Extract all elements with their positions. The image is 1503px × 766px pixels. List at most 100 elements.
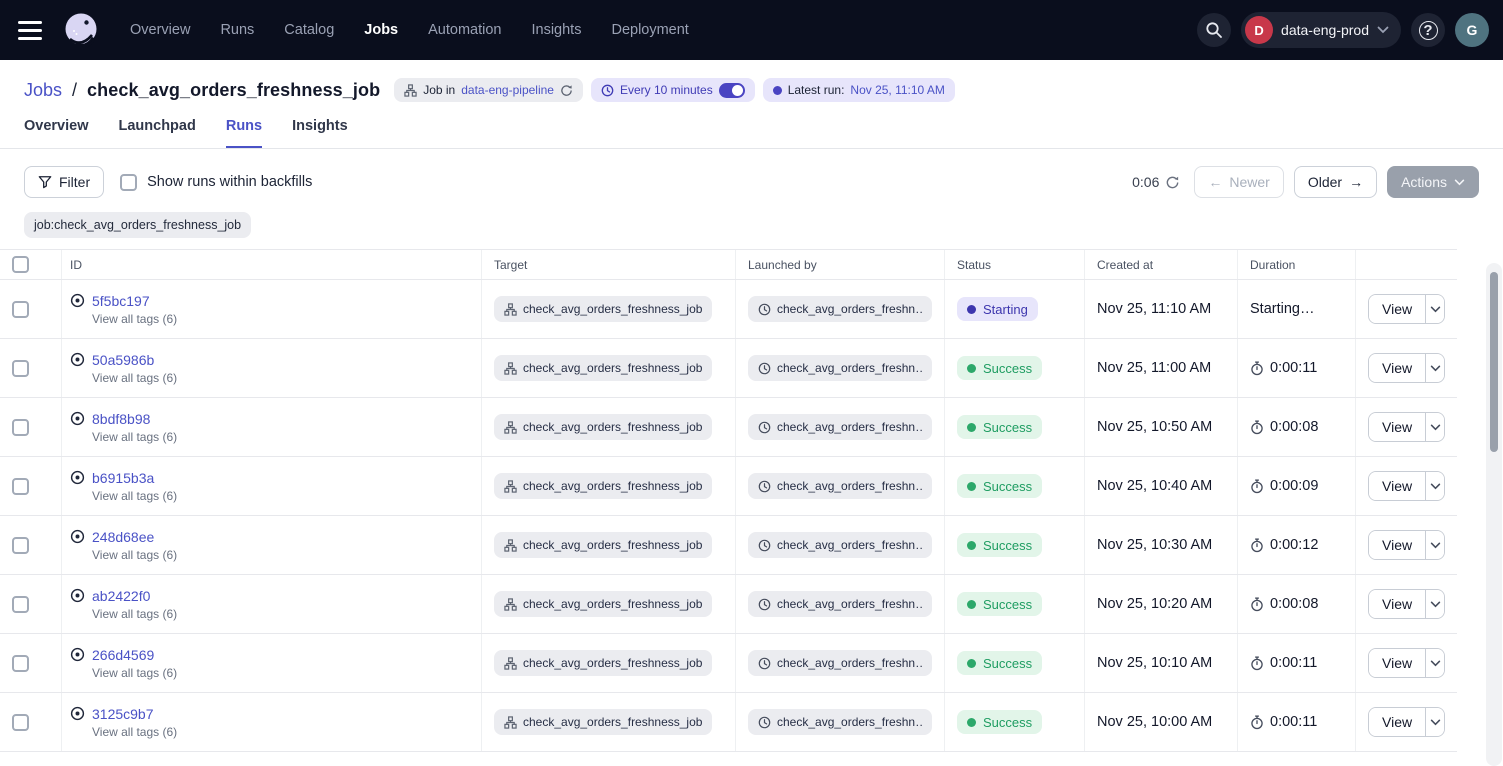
view-all-tags-link[interactable]: View all tags (6)	[92, 371, 177, 385]
col-header-status: Status	[945, 250, 1085, 279]
view-run-button[interactable]: View	[1369, 354, 1425, 382]
newer-button[interactable]: ← Newer	[1194, 166, 1283, 198]
view-all-tags-link[interactable]: View all tags (6)	[92, 607, 177, 621]
view-run-button[interactable]: View	[1369, 708, 1425, 736]
nav-item-catalog[interactable]: Catalog	[284, 22, 334, 38]
row-menu-button[interactable]	[1425, 708, 1444, 736]
target-pill[interactable]: check_avg_orders_freshness_job	[494, 414, 712, 440]
breadcrumb-jobs-link[interactable]: Jobs	[24, 80, 62, 101]
row-checkbox[interactable]	[12, 537, 29, 554]
run-id-link[interactable]: b6915b3a	[92, 470, 154, 486]
schedule-toggle[interactable]	[719, 83, 745, 98]
page-title: check_avg_orders_freshness_job	[87, 80, 380, 101]
vertical-scrollbar-thumb[interactable]	[1490, 272, 1498, 452]
row-checkbox[interactable]	[12, 714, 29, 731]
target-pill[interactable]: check_avg_orders_freshness_job	[494, 532, 712, 558]
view-all-tags-link[interactable]: View all tags (6)	[92, 430, 177, 444]
tab-launchpad[interactable]: Launchpad	[119, 118, 196, 148]
target-pill[interactable]: check_avg_orders_freshness_job	[494, 473, 712, 499]
refresh-icon[interactable]	[1165, 175, 1180, 190]
nav-item-jobs[interactable]: Jobs	[364, 22, 398, 38]
row-menu-button[interactable]	[1425, 649, 1444, 677]
row-menu-button[interactable]	[1425, 295, 1444, 323]
tab-runs[interactable]: Runs	[226, 118, 262, 148]
launched-by-pill[interactable]: check_avg_orders_freshn…	[748, 296, 932, 322]
nav-item-deployment[interactable]: Deployment	[611, 22, 688, 38]
view-run-button[interactable]: View	[1369, 590, 1425, 618]
launched-by-pill[interactable]: check_avg_orders_freshn…	[748, 532, 932, 558]
row-checkbox[interactable]	[12, 596, 29, 613]
user-avatar[interactable]: G	[1455, 13, 1489, 47]
run-target-icon	[70, 588, 85, 603]
run-id-link[interactable]: ab2422f0	[92, 588, 150, 604]
older-button[interactable]: Older →	[1294, 166, 1377, 198]
view-run-button[interactable]: View	[1369, 649, 1425, 677]
status-badge: Success	[957, 592, 1042, 616]
launched-by-pill[interactable]: check_avg_orders_freshn…	[748, 591, 932, 617]
launched-by-pill[interactable]: check_avg_orders_freshn…	[748, 473, 932, 499]
filter-button[interactable]: Filter	[24, 166, 104, 198]
launched-by-pill[interactable]: check_avg_orders_freshn…	[748, 414, 932, 440]
target-pill[interactable]: check_avg_orders_freshness_job	[494, 709, 712, 735]
row-menu-button[interactable]	[1425, 413, 1444, 441]
row-checkbox[interactable]	[12, 301, 29, 318]
view-run-button[interactable]: View	[1369, 413, 1425, 441]
row-checkbox[interactable]	[12, 655, 29, 672]
stopwatch-icon	[1250, 361, 1264, 376]
tab-insights[interactable]: Insights	[292, 118, 348, 148]
dagster-logo-icon[interactable]	[60, 9, 102, 51]
job-tabs: Overview Launchpad Runs Insights	[0, 102, 1503, 149]
latest-run-time-link[interactable]: Nov 25, 11:10 AM	[850, 83, 945, 97]
view-all-tags-link[interactable]: View all tags (6)	[92, 725, 177, 739]
launched-by-pill[interactable]: check_avg_orders_freshn…	[748, 709, 932, 735]
row-checkbox[interactable]	[12, 478, 29, 495]
help-button[interactable]: ?	[1411, 13, 1445, 47]
target-pill[interactable]: check_avg_orders_freshness_job	[494, 296, 712, 322]
backfills-checkbox-row[interactable]: Show runs within backfills	[120, 174, 312, 191]
created-at-value: Nov 25, 10:30 AM	[1097, 537, 1212, 553]
run-id-link[interactable]: 248d68ee	[92, 529, 154, 545]
view-run-button[interactable]: View	[1369, 295, 1425, 323]
view-run-button[interactable]: View	[1369, 472, 1425, 500]
run-id-link[interactable]: 266d4569	[92, 647, 154, 663]
view-all-tags-link[interactable]: View all tags (6)	[92, 489, 177, 503]
nav-item-overview[interactable]: Overview	[130, 22, 190, 38]
search-button[interactable]	[1197, 13, 1231, 47]
run-target-icon	[70, 647, 85, 662]
row-menu-button[interactable]	[1425, 472, 1444, 500]
view-all-tags-link[interactable]: View all tags (6)	[92, 548, 177, 562]
run-id-link[interactable]: 5f5bc197	[92, 293, 150, 309]
row-menu-button[interactable]	[1425, 354, 1444, 382]
nav-item-runs[interactable]: Runs	[220, 22, 254, 38]
row-menu-button[interactable]	[1425, 590, 1444, 618]
launched-by-pill[interactable]: check_avg_orders_freshn…	[748, 650, 932, 676]
run-id-link[interactable]: 50a5986b	[92, 352, 154, 368]
target-pill[interactable]: check_avg_orders_freshness_job	[494, 355, 712, 381]
stopwatch-icon	[1250, 597, 1264, 612]
row-menu-button[interactable]	[1425, 531, 1444, 559]
vertical-scrollbar-track[interactable]	[1486, 263, 1502, 766]
view-all-tags-link[interactable]: View all tags (6)	[92, 666, 177, 680]
chevron-down-icon	[1430, 719, 1441, 726]
hamburger-menu-icon[interactable]	[18, 16, 46, 44]
nav-item-automation[interactable]: Automation	[428, 22, 501, 38]
nav-item-insights[interactable]: Insights	[531, 22, 581, 38]
tab-overview[interactable]: Overview	[24, 118, 89, 148]
view-all-tags-link[interactable]: View all tags (6)	[92, 312, 177, 326]
launched-by-pill[interactable]: check_avg_orders_freshn…	[748, 355, 932, 381]
pipeline-link[interactable]: data-eng-pipeline	[461, 83, 554, 97]
select-all-checkbox[interactable]	[12, 256, 29, 273]
target-pill[interactable]: check_avg_orders_freshness_job	[494, 591, 712, 617]
run-id-link[interactable]: 8bdf8b98	[92, 411, 150, 427]
backfills-checkbox[interactable]	[120, 174, 137, 191]
run-id-link[interactable]: 3125c9b7	[92, 706, 154, 722]
workspace-switcher[interactable]: D data-eng-prod	[1241, 12, 1401, 48]
row-checkbox[interactable]	[12, 360, 29, 377]
actions-button[interactable]: Actions	[1387, 166, 1479, 198]
row-checkbox[interactable]	[12, 419, 29, 436]
view-run-button[interactable]: View	[1369, 531, 1425, 559]
reload-icon[interactable]	[560, 84, 573, 97]
target-pill[interactable]: check_avg_orders_freshness_job	[494, 650, 712, 676]
job-filter-tag[interactable]: job:check_avg_orders_freshness_job	[24, 212, 251, 238]
row-actions: View	[1368, 294, 1445, 324]
